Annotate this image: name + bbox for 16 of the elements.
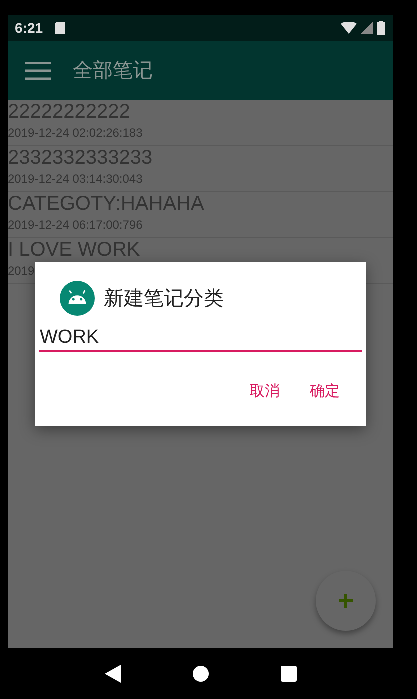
menu-icon[interactable] xyxy=(25,62,51,80)
app-bar-title: 全部笔记 xyxy=(73,57,153,84)
android-icon xyxy=(60,281,95,316)
status-time: 6:21 xyxy=(15,20,44,36)
sd-card-icon xyxy=(55,22,66,34)
plus-icon xyxy=(339,594,353,608)
dialog-title: 新建笔记分类 xyxy=(104,285,224,312)
wifi-icon xyxy=(341,22,357,34)
dialog-button[interactable]: 取消 xyxy=(240,378,290,405)
dialog-button[interactable]: 确定 xyxy=(300,378,350,405)
back-icon[interactable] xyxy=(104,664,120,682)
category-input[interactable]: WORK xyxy=(39,325,362,352)
recents-icon[interactable] xyxy=(280,666,296,682)
home-icon[interactable] xyxy=(192,666,208,682)
battery-icon xyxy=(377,21,385,35)
signal-icon xyxy=(361,22,373,34)
